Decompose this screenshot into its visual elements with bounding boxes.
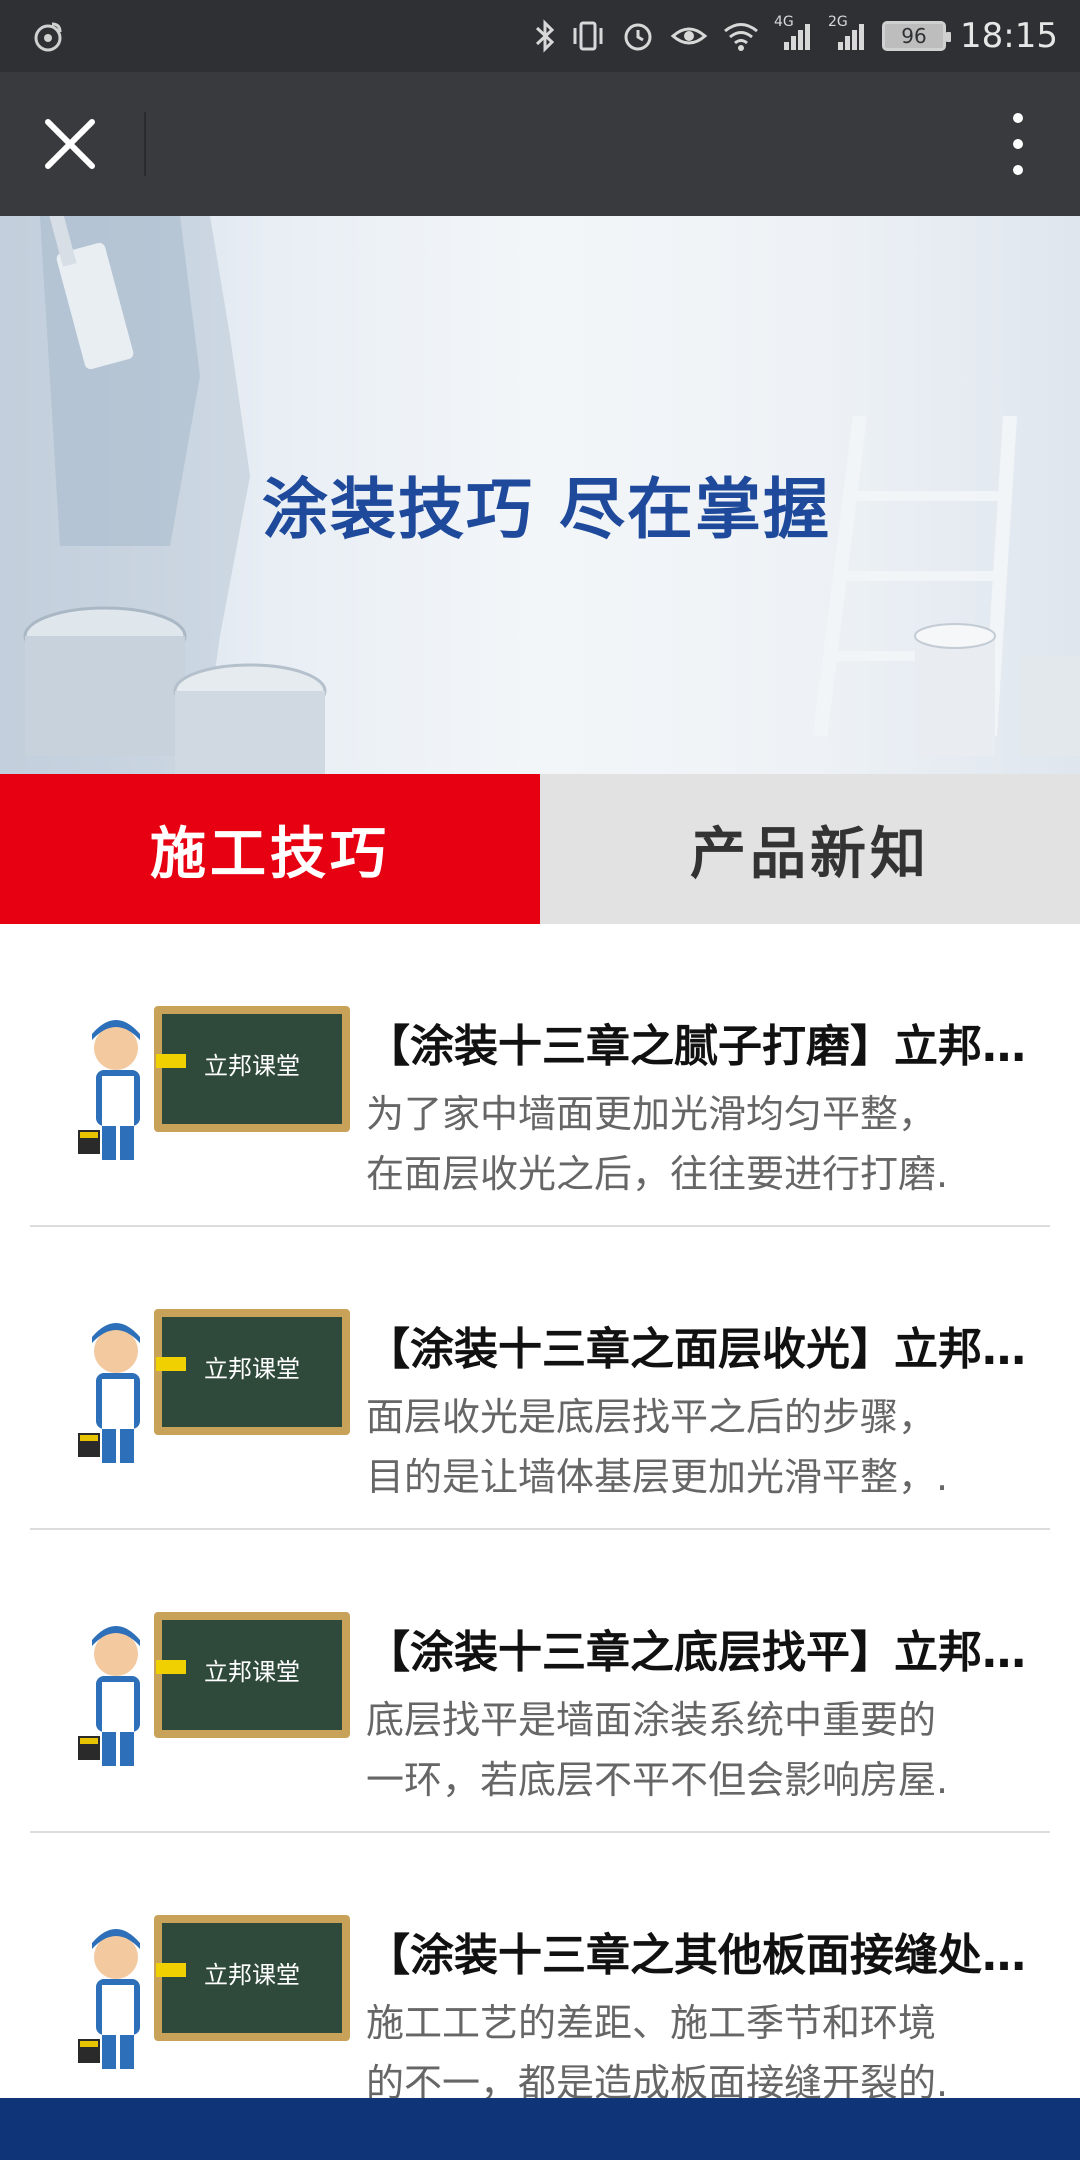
signal-2g: 2G [828,14,868,54]
article-summary: 施工工艺的差距、施工季节和环境 的不一，都是造成板面接缝开裂的. [366,1993,1026,2113]
summary-line: 为了家中墙面更加光滑均匀平整， [366,1092,937,1136]
article-title[interactable]: 【涂装十三章之底层找平】立邦课堂 [366,1616,1026,1680]
battery-level: 96 [901,24,927,48]
article-list: 立邦课堂 【涂装十三章之腻子打磨】立邦课堂 为了家中墙面更加光滑均匀平整， 在面… [0,924,1080,2136]
app-bar [0,72,1080,216]
article-thumbnail: 立邦课堂 [78,1612,350,1766]
alarm-icon [624,23,652,51]
article-item[interactable]: 立邦课堂 【涂装十三章之其他板面接缝处理】 施工工艺的差距、施工季节和环境 的不… [0,1833,1080,2136]
article-title[interactable]: 【涂装十三章之其他板面接缝处理】 [366,1919,1026,1983]
tab-construction-tips[interactable]: 施工技巧 [0,774,540,924]
article-item[interactable]: 立邦课堂 【涂装十三章之腻子打磨】立邦课堂 为了家中墙面更加光滑均匀平整， 在面… [0,924,1080,1227]
summary-line: 面层收光是底层找平之后的步骤， [366,1395,937,1439]
signal-4g: 4G [774,14,814,54]
status-icons: 4G 2G 96 18:15 [534,12,1058,60]
eye-comfort-icon [670,27,708,45]
weibo-notification-icon [34,22,62,52]
article-summary: 底层找平是墙面涂装系统中重要的 一环，若底层不平不但会影响房屋. [366,1690,1026,1810]
thumbnail-label: 立邦课堂 [204,1961,300,1989]
tab-product-news[interactable]: 产品新知 [540,774,1080,924]
article-summary: 为了家中墙面更加光滑均匀平整， 在面层收光之后，往往要进行打磨. [366,1084,1026,1204]
hero-banner: 涂装技巧 尽在掌握 [0,216,1080,774]
bottom-bar [0,2098,1080,2160]
article-item[interactable]: 立邦课堂 【涂装十三章之面层收光】立邦课堂 面层收光是底层找平之后的步骤， 目的… [0,1227,1080,1530]
summary-line: 施工工艺的差距、施工季节和环境 [366,2001,937,2045]
more-vertical-icon[interactable] [1006,110,1030,178]
vibrate-icon [573,21,603,51]
article-thumbnail: 立邦课堂 [78,1915,350,2069]
summary-line: 在面层收光之后，往往要进行打磨. [366,1152,949,1196]
thumbnail-label: 立邦课堂 [204,1052,300,1080]
thumbnail-label: 立邦课堂 [204,1658,300,1686]
article-title[interactable]: 【涂装十三章之面层收光】立邦课堂 [366,1313,1026,1377]
banner-title: 涂装技巧 尽在掌握 [262,471,831,548]
status-bar: 4G 2G 96 18:15 [0,0,1080,72]
summary-line: 目的是让墙体基层更加光滑平整，. [366,1455,949,1499]
article-item[interactable]: 立邦课堂 【涂装十三章之底层找平】立邦课堂 底层找平是墙面涂装系统中重要的 一环… [0,1530,1080,1833]
article-title[interactable]: 【涂装十三章之腻子打磨】立邦课堂 [366,1010,1026,1074]
article-thumbnail: 立邦课堂 [78,1006,350,1160]
wifi-icon [724,23,758,51]
thumbnail-label: 立邦课堂 [204,1355,300,1383]
close-icon[interactable] [34,108,106,180]
summary-line: 底层找平是墙面涂装系统中重要的 [366,1698,937,1742]
summary-line: 一环，若底层不平不但会影响房屋. [366,1758,949,1802]
clock: 18:15 [960,16,1058,56]
category-tabs: 施工技巧 产品新知 [0,774,1080,924]
article-summary: 面层收光是底层找平之后的步骤， 目的是让墙体基层更加光滑平整，. [366,1387,1026,1507]
app-bar-divider [144,112,146,176]
article-thumbnail: 立邦课堂 [78,1309,350,1463]
bluetooth-icon [535,19,555,53]
battery-icon: 96 [882,21,952,51]
